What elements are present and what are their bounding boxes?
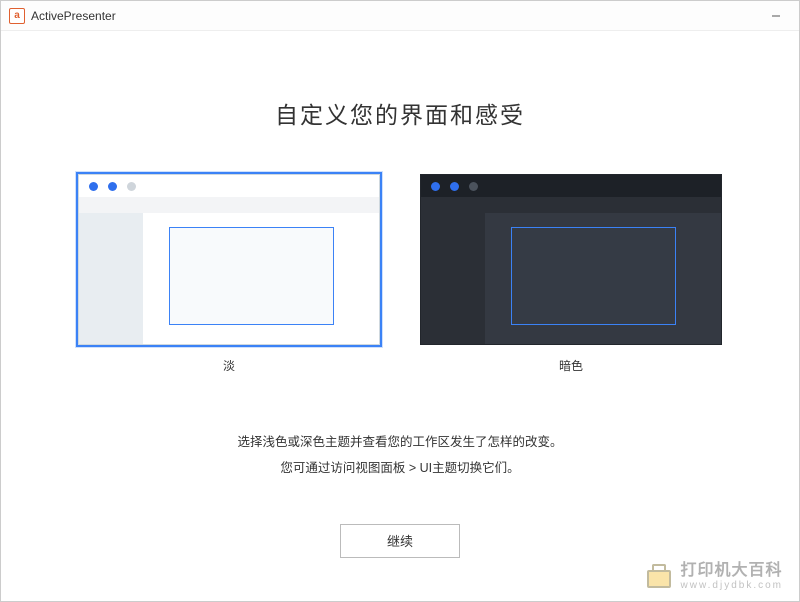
preview-titlebar [79, 175, 379, 197]
preview-mainarea [143, 213, 375, 344]
preview-dot-icon [127, 182, 136, 191]
preview-dot-icon [108, 182, 117, 191]
preview-sidebar [79, 213, 143, 344]
minimize-button[interactable] [761, 6, 791, 26]
window-frame: a ActivePresenter 自定义您的界面和感受 [0, 0, 800, 602]
theme-label-light: 淡 [76, 357, 382, 374]
theme-card-light[interactable] [76, 172, 382, 347]
description-line-1: 选择浅色或深色主题并查看您的工作区发生了怎样的改变。 [21, 429, 779, 455]
preview-sidebar [421, 213, 485, 344]
content-area: 自定义您的界面和感受 [1, 96, 799, 558]
theme-preview-dark [420, 174, 722, 345]
theme-chooser: 淡 [21, 172, 779, 374]
preview-canvas [511, 227, 676, 325]
titlebar: a ActivePresenter [1, 1, 799, 31]
preview-titlebar [421, 175, 721, 197]
page-heading: 自定义您的界面和感受 [21, 96, 779, 130]
preview-dot-icon [89, 182, 98, 191]
theme-label-dark: 暗色 [418, 357, 724, 374]
printer-icon [645, 564, 675, 590]
app-icon: a [9, 8, 25, 24]
app-title: ActivePresenter [31, 9, 116, 23]
preview-canvas [169, 227, 334, 325]
theme-card-dark[interactable] [418, 172, 724, 347]
theme-option-light: 淡 [76, 172, 382, 374]
preview-dot-icon [469, 182, 478, 191]
watermark-url: www.djydbk.com [681, 580, 783, 591]
preview-rightpanel [375, 213, 379, 344]
preview-body [79, 213, 379, 344]
window-controls [761, 6, 791, 26]
description-text: 选择浅色或深色主题并查看您的工作区发生了怎样的改变。 您可通过访问视图面板 > … [21, 429, 779, 482]
continue-button[interactable]: 继续 [340, 524, 460, 558]
preview-dot-icon [450, 182, 459, 191]
theme-preview-light [78, 174, 380, 345]
preview-dot-icon [431, 182, 440, 191]
preview-mainarea [485, 213, 721, 344]
watermark-title: 打印机大百科 [681, 562, 783, 580]
theme-option-dark: 暗色 [418, 172, 724, 374]
watermark: 打印机大百科 www.djydbk.com [645, 562, 783, 591]
preview-body [421, 213, 721, 344]
preview-tabbar [421, 197, 721, 213]
description-line-2: 您可通过访问视图面板 > UI主题切换它们。 [21, 455, 779, 481]
preview-tabbar [79, 197, 379, 213]
